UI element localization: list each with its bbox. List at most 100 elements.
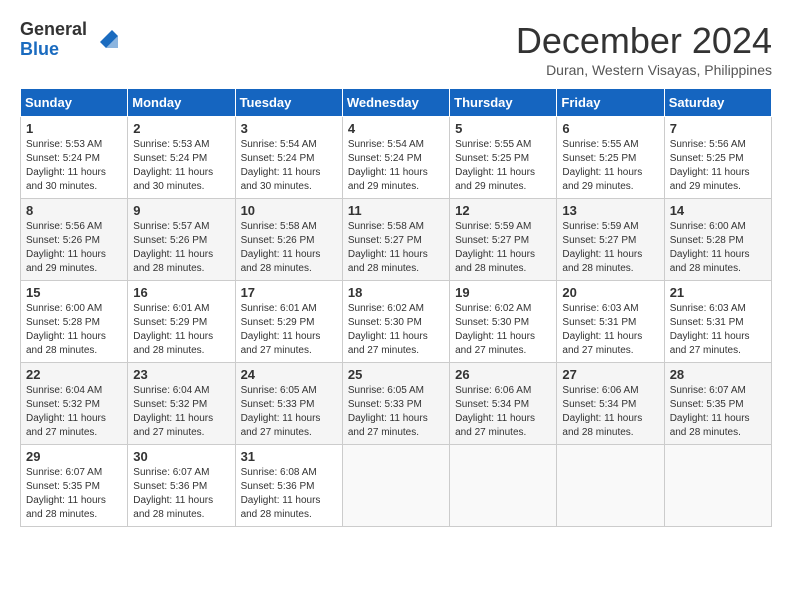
table-row: 29 Sunrise: 6:07 AMSunset: 5:35 PMDaylig… — [21, 445, 128, 527]
day-number: 4 — [348, 121, 444, 136]
day-number: 22 — [26, 367, 122, 382]
day-info: Sunrise: 6:02 AMSunset: 5:30 PMDaylight:… — [348, 303, 428, 356]
table-row: 2 Sunrise: 5:53 AMSunset: 5:24 PMDayligh… — [128, 117, 235, 199]
calendar-row: 22 Sunrise: 6:04 AMSunset: 5:32 PMDaylig… — [21, 363, 772, 445]
day-number: 1 — [26, 121, 122, 136]
table-row: 10 Sunrise: 5:58 AMSunset: 5:26 PMDaylig… — [235, 199, 342, 281]
day-number: 17 — [241, 285, 337, 300]
day-number: 11 — [348, 203, 444, 218]
table-row: 12 Sunrise: 5:59 AMSunset: 5:27 PMDaylig… — [450, 199, 557, 281]
day-number: 8 — [26, 203, 122, 218]
table-row — [342, 445, 449, 527]
day-number: 7 — [670, 121, 766, 136]
day-number: 20 — [562, 285, 658, 300]
day-info: Sunrise: 6:07 AMSunset: 5:35 PMDaylight:… — [26, 467, 106, 520]
calendar-header-row: Sunday Monday Tuesday Wednesday Thursday… — [21, 89, 772, 117]
table-row: 3 Sunrise: 5:54 AMSunset: 5:24 PMDayligh… — [235, 117, 342, 199]
table-row: 14 Sunrise: 6:00 AMSunset: 5:28 PMDaylig… — [664, 199, 771, 281]
day-info: Sunrise: 5:54 AMSunset: 5:24 PMDaylight:… — [348, 139, 428, 192]
day-info: Sunrise: 5:53 AMSunset: 5:24 PMDaylight:… — [133, 139, 213, 192]
logo-blue: Blue — [20, 40, 87, 60]
table-row: 30 Sunrise: 6:07 AMSunset: 5:36 PMDaylig… — [128, 445, 235, 527]
day-info: Sunrise: 5:55 AMSunset: 5:25 PMDaylight:… — [455, 139, 535, 192]
table-row: 17 Sunrise: 6:01 AMSunset: 5:29 PMDaylig… — [235, 281, 342, 363]
day-number: 6 — [562, 121, 658, 136]
table-row: 28 Sunrise: 6:07 AMSunset: 5:35 PMDaylig… — [664, 363, 771, 445]
location: Duran, Western Visayas, Philippines — [516, 62, 772, 78]
day-info: Sunrise: 6:07 AMSunset: 5:35 PMDaylight:… — [670, 385, 750, 438]
table-row: 6 Sunrise: 5:55 AMSunset: 5:25 PMDayligh… — [557, 117, 664, 199]
header-thursday: Thursday — [450, 89, 557, 117]
day-info: Sunrise: 6:05 AMSunset: 5:33 PMDaylight:… — [241, 385, 321, 438]
header-saturday: Saturday — [664, 89, 771, 117]
day-number: 3 — [241, 121, 337, 136]
day-info: Sunrise: 6:04 AMSunset: 5:32 PMDaylight:… — [133, 385, 213, 438]
header-wednesday: Wednesday — [342, 89, 449, 117]
day-info: Sunrise: 6:07 AMSunset: 5:36 PMDaylight:… — [133, 467, 213, 520]
day-number: 16 — [133, 285, 229, 300]
day-number: 29 — [26, 449, 122, 464]
day-number: 27 — [562, 367, 658, 382]
table-row: 26 Sunrise: 6:06 AMSunset: 5:34 PMDaylig… — [450, 363, 557, 445]
table-row: 8 Sunrise: 5:56 AMSunset: 5:26 PMDayligh… — [21, 199, 128, 281]
table-row: 11 Sunrise: 5:58 AMSunset: 5:27 PMDaylig… — [342, 199, 449, 281]
day-number: 13 — [562, 203, 658, 218]
day-number: 12 — [455, 203, 551, 218]
logo-general: General — [20, 20, 87, 40]
calendar-row: 1 Sunrise: 5:53 AMSunset: 5:24 PMDayligh… — [21, 117, 772, 199]
title-section: December 2024 Duran, Western Visayas, Ph… — [516, 20, 772, 78]
header-friday: Friday — [557, 89, 664, 117]
page-header: General Blue December 2024 Duran, Wester… — [20, 20, 772, 78]
month-title: December 2024 — [516, 20, 772, 62]
calendar-row: 29 Sunrise: 6:07 AMSunset: 5:35 PMDaylig… — [21, 445, 772, 527]
table-row: 7 Sunrise: 5:56 AMSunset: 5:25 PMDayligh… — [664, 117, 771, 199]
table-row: 20 Sunrise: 6:03 AMSunset: 5:31 PMDaylig… — [557, 281, 664, 363]
logo-icon — [90, 22, 120, 52]
table-row: 24 Sunrise: 6:05 AMSunset: 5:33 PMDaylig… — [235, 363, 342, 445]
table-row: 4 Sunrise: 5:54 AMSunset: 5:24 PMDayligh… — [342, 117, 449, 199]
table-row: 18 Sunrise: 6:02 AMSunset: 5:30 PMDaylig… — [342, 281, 449, 363]
table-row: 15 Sunrise: 6:00 AMSunset: 5:28 PMDaylig… — [21, 281, 128, 363]
day-number: 18 — [348, 285, 444, 300]
day-number: 25 — [348, 367, 444, 382]
day-info: Sunrise: 5:53 AMSunset: 5:24 PMDaylight:… — [26, 139, 106, 192]
day-info: Sunrise: 5:56 AMSunset: 5:26 PMDaylight:… — [26, 221, 106, 274]
day-number: 28 — [670, 367, 766, 382]
day-number: 9 — [133, 203, 229, 218]
calendar-row: 15 Sunrise: 6:00 AMSunset: 5:28 PMDaylig… — [21, 281, 772, 363]
day-info: Sunrise: 5:59 AMSunset: 5:27 PMDaylight:… — [562, 221, 642, 274]
day-number: 26 — [455, 367, 551, 382]
table-row: 27 Sunrise: 6:06 AMSunset: 5:34 PMDaylig… — [557, 363, 664, 445]
day-info: Sunrise: 5:57 AMSunset: 5:26 PMDaylight:… — [133, 221, 213, 274]
table-row: 13 Sunrise: 5:59 AMSunset: 5:27 PMDaylig… — [557, 199, 664, 281]
day-number: 5 — [455, 121, 551, 136]
calendar-table: Sunday Monday Tuesday Wednesday Thursday… — [20, 88, 772, 527]
day-info: Sunrise: 5:56 AMSunset: 5:25 PMDaylight:… — [670, 139, 750, 192]
day-number: 14 — [670, 203, 766, 218]
calendar-row: 8 Sunrise: 5:56 AMSunset: 5:26 PMDayligh… — [21, 199, 772, 281]
day-number: 30 — [133, 449, 229, 464]
table-row: 1 Sunrise: 5:53 AMSunset: 5:24 PMDayligh… — [21, 117, 128, 199]
day-info: Sunrise: 6:01 AMSunset: 5:29 PMDaylight:… — [241, 303, 321, 356]
day-info: Sunrise: 6:02 AMSunset: 5:30 PMDaylight:… — [455, 303, 535, 356]
day-number: 15 — [26, 285, 122, 300]
day-info: Sunrise: 6:05 AMSunset: 5:33 PMDaylight:… — [348, 385, 428, 438]
day-number: 21 — [670, 285, 766, 300]
day-number: 2 — [133, 121, 229, 136]
table-row: 22 Sunrise: 6:04 AMSunset: 5:32 PMDaylig… — [21, 363, 128, 445]
logo-text: General Blue — [20, 20, 87, 60]
day-info: Sunrise: 6:08 AMSunset: 5:36 PMDaylight:… — [241, 467, 321, 520]
logo: General Blue — [20, 20, 120, 60]
table-row: 21 Sunrise: 6:03 AMSunset: 5:31 PMDaylig… — [664, 281, 771, 363]
day-info: Sunrise: 6:06 AMSunset: 5:34 PMDaylight:… — [562, 385, 642, 438]
table-row — [664, 445, 771, 527]
day-info: Sunrise: 6:03 AMSunset: 5:31 PMDaylight:… — [562, 303, 642, 356]
day-info: Sunrise: 6:00 AMSunset: 5:28 PMDaylight:… — [26, 303, 106, 356]
table-row: 5 Sunrise: 5:55 AMSunset: 5:25 PMDayligh… — [450, 117, 557, 199]
header-monday: Monday — [128, 89, 235, 117]
table-row — [557, 445, 664, 527]
table-row: 23 Sunrise: 6:04 AMSunset: 5:32 PMDaylig… — [128, 363, 235, 445]
day-info: Sunrise: 6:01 AMSunset: 5:29 PMDaylight:… — [133, 303, 213, 356]
day-number: 19 — [455, 285, 551, 300]
table-row: 19 Sunrise: 6:02 AMSunset: 5:30 PMDaylig… — [450, 281, 557, 363]
